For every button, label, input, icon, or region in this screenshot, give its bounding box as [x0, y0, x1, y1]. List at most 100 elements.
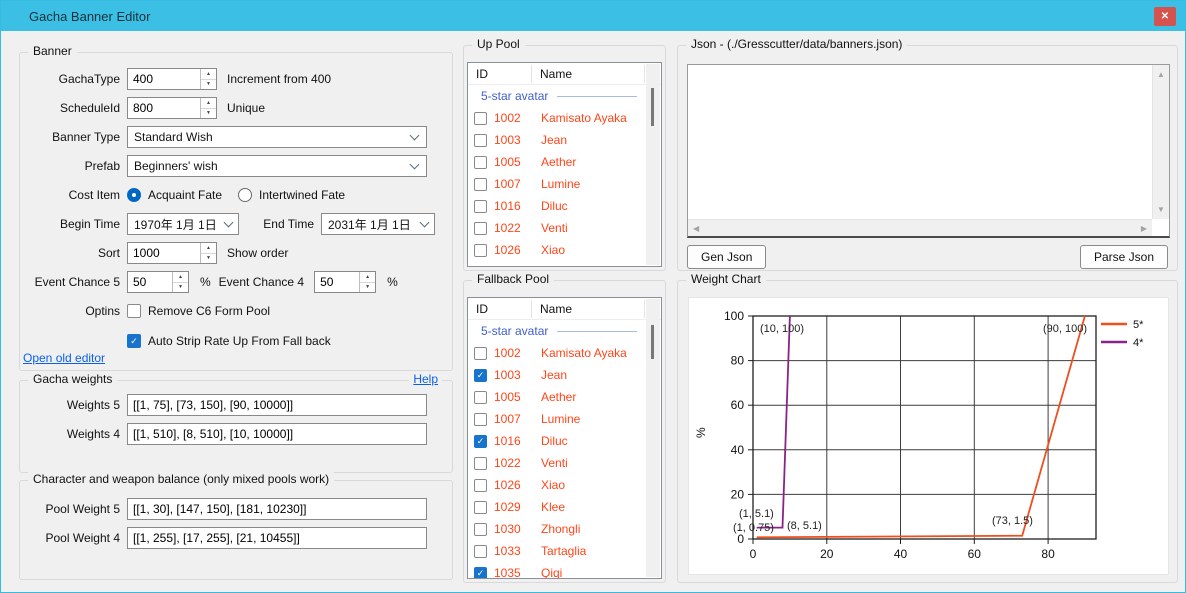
- event-chance-4-input[interactable]: [315, 272, 359, 292]
- list-item[interactable]: ✓1035Qiqi: [468, 562, 661, 579]
- end-time-picker[interactable]: 2031年 1月 1日: [321, 213, 435, 235]
- row-checkbox[interactable]: ✓: [474, 435, 487, 448]
- help-link[interactable]: Help: [409, 372, 442, 386]
- row-name: Venti: [541, 221, 568, 235]
- sort-input[interactable]: [128, 243, 200, 263]
- list-item[interactable]: 1007Lumine: [468, 408, 661, 430]
- title-bar[interactable]: Gacha Banner Editor: [1, 1, 1185, 31]
- banner-type-select[interactable]: Standard Wish: [127, 126, 427, 148]
- scrollbar-thumb[interactable]: [651, 325, 654, 359]
- scroll-left-arrow[interactable]: ◀: [693, 224, 699, 233]
- chevron-down-icon: [224, 217, 234, 227]
- row-checkbox[interactable]: [474, 222, 487, 235]
- event-chance-5-input[interactable]: [128, 272, 172, 292]
- weights-4-input[interactable]: [127, 423, 427, 445]
- pool-weight-5-input[interactable]: [127, 498, 427, 520]
- list-item[interactable]: 1003Jean: [468, 129, 661, 151]
- row-id: 1005: [494, 155, 532, 169]
- row-checkbox[interactable]: [474, 244, 487, 257]
- sort-spinner[interactable]: ▲ ▼: [127, 242, 217, 264]
- scrollbar-thumb[interactable]: [651, 88, 654, 126]
- list-item[interactable]: 1026Xiao: [468, 239, 661, 261]
- spin-up-button[interactable]: ▲: [360, 272, 375, 283]
- auto-strip-checkbox[interactable]: ✓: [127, 334, 141, 348]
- list-item[interactable]: 1022Venti: [468, 452, 661, 474]
- event-chance-5-spinner[interactable]: ▲ ▼: [127, 271, 189, 293]
- row-checkbox[interactable]: [474, 545, 487, 558]
- list-item[interactable]: 1005Aether: [468, 151, 661, 173]
- row-checkbox[interactable]: [474, 479, 487, 492]
- scrollbar-track[interactable]: [646, 299, 660, 577]
- close-button[interactable]: ✕: [1154, 7, 1176, 26]
- row-id: 1033: [494, 544, 532, 558]
- row-checkbox[interactable]: ✓: [474, 369, 487, 382]
- row-checkbox[interactable]: [474, 391, 487, 404]
- row-checkbox[interactable]: [474, 134, 487, 147]
- list-item[interactable]: 1002Kamisato Ayaka: [468, 107, 661, 129]
- weights-5-input[interactable]: [127, 394, 427, 416]
- list-item[interactable]: 1026Xiao: [468, 474, 661, 496]
- scheduleid-spinner[interactable]: ▲ ▼: [127, 97, 217, 119]
- name-column-header[interactable]: Name: [532, 65, 645, 83]
- gachatype-input[interactable]: [128, 69, 200, 89]
- gachatype-spinner[interactable]: ▲ ▼: [127, 68, 217, 90]
- up-pool-group-label: Up Pool: [472, 37, 525, 51]
- prefab-select[interactable]: Beginners' wish: [127, 155, 427, 177]
- row-checkbox[interactable]: [474, 178, 487, 191]
- row-checkbox[interactable]: [474, 156, 487, 169]
- list-item[interactable]: 1016Diluc: [468, 195, 661, 217]
- svg-text:(90, 100): (90, 100): [1043, 323, 1087, 335]
- row-checkbox[interactable]: [474, 413, 487, 426]
- event-chance-4-spinner[interactable]: ▲ ▼: [314, 271, 376, 293]
- row-id: 1022: [494, 221, 532, 235]
- remove-c6-checkbox[interactable]: [127, 304, 141, 318]
- json-group: Json - (./Gresscutter/data/banners.json)…: [677, 45, 1178, 271]
- row-checkbox[interactable]: [474, 501, 487, 514]
- row-checkbox[interactable]: ✓: [474, 567, 487, 580]
- list-item[interactable]: 1029Klee: [468, 496, 661, 518]
- spin-up-button[interactable]: ▲: [201, 69, 216, 80]
- list-item[interactable]: 1002Kamisato Ayaka: [468, 342, 661, 364]
- name-column-header[interactable]: Name: [532, 300, 645, 318]
- list-item[interactable]: 1005Aether: [468, 386, 661, 408]
- pool-weight-4-input[interactable]: [127, 527, 427, 549]
- gen-json-button[interactable]: Gen Json: [687, 245, 766, 269]
- open-old-editor-link[interactable]: Open old editor: [23, 351, 105, 365]
- list-item[interactable]: 1022 Venti: [468, 217, 661, 239]
- id-column-header[interactable]: ID: [468, 300, 532, 318]
- spin-down-button[interactable]: ▼: [201, 80, 216, 90]
- list-item[interactable]: 1030Zhongli: [468, 518, 661, 540]
- row-checkbox[interactable]: [474, 457, 487, 470]
- spin-down-button[interactable]: ▼: [201, 254, 216, 264]
- spin-down-button[interactable]: ▼: [173, 283, 188, 293]
- row-checkbox[interactable]: [474, 112, 487, 125]
- row-checkbox[interactable]: [474, 200, 487, 213]
- scroll-up-arrow[interactable]: ▲: [1157, 70, 1165, 79]
- row-checkbox[interactable]: [474, 347, 487, 360]
- parse-json-button[interactable]: Parse Json: [1080, 245, 1168, 269]
- json-textarea[interactable]: ▲ ▼ ◀ ▶: [687, 64, 1170, 238]
- begin-time-picker[interactable]: 1970年 1月 1日: [127, 213, 239, 235]
- prefab-value: Beginners' wish: [134, 159, 411, 173]
- horizontal-scrollbar[interactable]: ◀ ▶: [688, 219, 1152, 236]
- list-section-header: 5-star avatar: [468, 85, 661, 107]
- spin-up-button[interactable]: ▲: [201, 243, 216, 254]
- id-column-header[interactable]: ID: [468, 65, 532, 83]
- radio-intertwined-fate[interactable]: [238, 188, 252, 202]
- list-item[interactable]: ✓1016Diluc: [468, 430, 661, 452]
- spin-up-button[interactable]: ▲: [173, 272, 188, 283]
- scroll-down-arrow[interactable]: ▼: [1157, 205, 1165, 214]
- list-item[interactable]: 1033Tartaglia: [468, 540, 661, 562]
- scheduleid-input[interactable]: [128, 98, 200, 118]
- spin-up-button[interactable]: ▲: [201, 98, 216, 109]
- list-item[interactable]: 1007Lumine: [468, 173, 661, 195]
- spin-down-button[interactable]: ▼: [360, 283, 375, 293]
- scroll-right-arrow[interactable]: ▶: [1141, 224, 1147, 233]
- list-item[interactable]: ✓1003Jean: [468, 364, 661, 386]
- vertical-scrollbar[interactable]: ▲ ▼: [1152, 65, 1169, 219]
- scrollbar-track[interactable]: [646, 64, 660, 265]
- spin-down-button[interactable]: ▼: [201, 109, 216, 119]
- row-checkbox[interactable]: [474, 523, 487, 536]
- radio-acquaint-fate[interactable]: [127, 188, 141, 202]
- json-textarea-content[interactable]: [690, 67, 1151, 218]
